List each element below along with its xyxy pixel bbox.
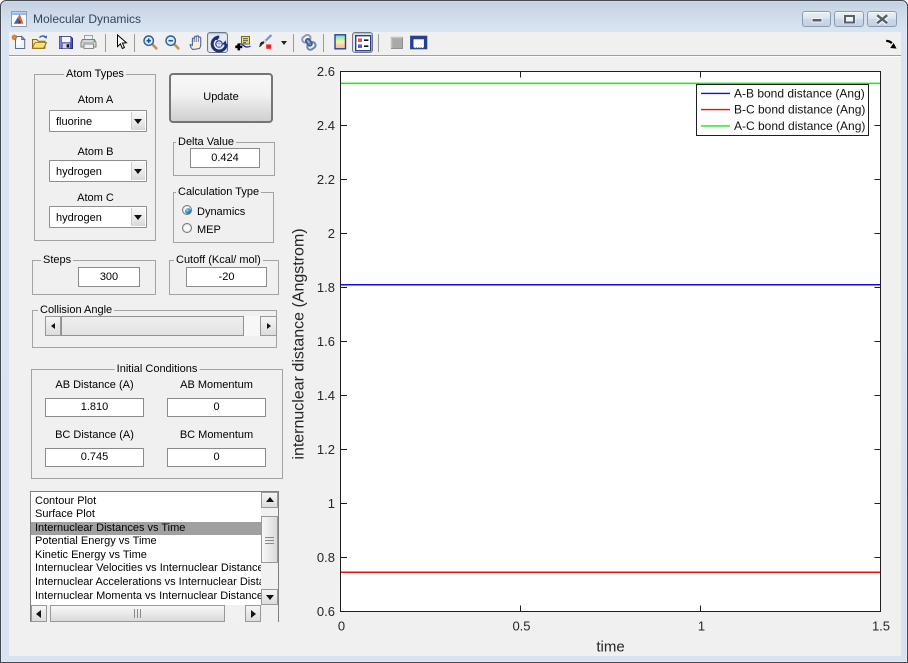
svg-text:2.4: 2.4: [317, 118, 335, 133]
svg-text:2.2: 2.2: [317, 172, 335, 187]
svg-text:internuclear distance (Angstro: internuclear distance (Angstrom): [291, 228, 308, 459]
svg-text:1: 1: [698, 619, 705, 634]
svg-text:1.2: 1.2: [317, 442, 335, 457]
svg-text:1.4: 1.4: [317, 388, 335, 403]
svg-text:1.6: 1.6: [317, 334, 335, 349]
svg-text:0.5: 0.5: [512, 619, 530, 634]
svg-text:A-B bond distance (Ang): A-B bond distance (Ang): [734, 86, 865, 100]
svg-text:2.6: 2.6: [317, 64, 335, 79]
svg-text:time: time: [596, 639, 624, 656]
svg-text:2: 2: [328, 226, 335, 241]
svg-text:0.6: 0.6: [317, 604, 335, 619]
svg-text:1.5: 1.5: [872, 619, 890, 634]
svg-text:0.8: 0.8: [317, 550, 335, 565]
svg-text:1: 1: [328, 496, 335, 511]
svg-text:B-C bond distance (Ang): B-C bond distance (Ang): [734, 103, 865, 117]
svg-text:1.8: 1.8: [317, 280, 335, 295]
svg-text:A-C bond distance (Ang): A-C bond distance (Ang): [734, 119, 865, 133]
svg-text:0: 0: [338, 619, 345, 634]
